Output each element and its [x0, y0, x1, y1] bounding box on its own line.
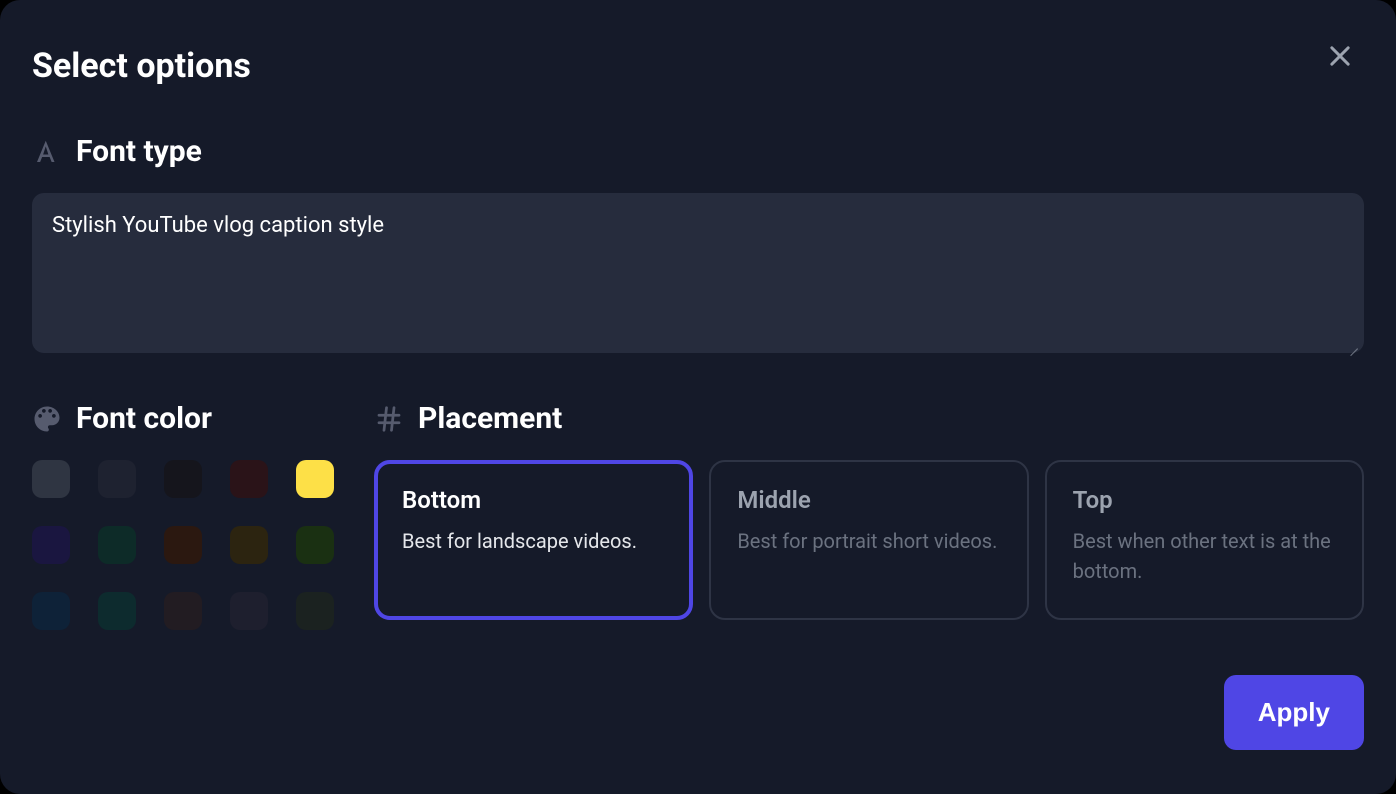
color-swatch-2[interactable] — [164, 460, 202, 498]
hash-icon — [374, 404, 404, 434]
placement-section: Placement Bottom Best for landscape video… — [374, 401, 1364, 620]
placement-card-top[interactable]: Top Best when other text is at the bottom… — [1045, 460, 1364, 620]
modal-title: Select options — [32, 46, 1364, 86]
color-swatch-7[interactable] — [164, 526, 202, 564]
color-swatch-5[interactable] — [32, 526, 70, 564]
color-swatch-14[interactable] — [296, 592, 334, 630]
font-type-icon — [32, 137, 62, 167]
color-swatch-4[interactable] — [296, 460, 334, 498]
color-swatch-1[interactable] — [98, 460, 136, 498]
placement-card-title: Middle — [737, 486, 1000, 514]
color-swatch-9[interactable] — [296, 526, 334, 564]
placement-label: Placement — [418, 401, 562, 436]
color-swatch-10[interactable] — [32, 592, 70, 630]
close-button[interactable] — [1324, 40, 1356, 72]
apply-button[interactable]: Apply — [1224, 675, 1364, 750]
color-swatch-3[interactable] — [230, 460, 268, 498]
color-swatch-13[interactable] — [230, 592, 268, 630]
placement-card-middle[interactable]: Middle Best for portrait short videos. — [709, 460, 1028, 620]
color-swatch-11[interactable] — [98, 592, 136, 630]
placement-header: Placement — [374, 401, 1364, 436]
color-grid — [32, 460, 334, 630]
color-swatch-0[interactable] — [32, 460, 70, 498]
placement-card-desc: Best for landscape videos. — [402, 526, 665, 556]
close-icon — [1326, 42, 1354, 70]
placement-card-bottom[interactable]: Bottom Best for landscape videos. — [374, 460, 693, 620]
font-type-header: Font type — [32, 134, 1364, 169]
font-type-input-wrapper — [32, 193, 1364, 357]
placement-card-title: Top — [1073, 486, 1336, 514]
options-modal: Select options Font type Font color — [0, 0, 1396, 794]
font-type-input[interactable] — [32, 193, 1364, 353]
color-swatch-6[interactable] — [98, 526, 136, 564]
placement-card-desc: Best for portrait short videos. — [737, 526, 1000, 556]
placement-card-title: Bottom — [402, 486, 665, 514]
font-color-section: Font color — [32, 401, 334, 630]
font-color-label: Font color — [76, 401, 212, 436]
palette-icon — [32, 404, 62, 434]
color-swatch-12[interactable] — [164, 592, 202, 630]
placement-cards: Bottom Best for landscape videos. Middle Be… — [374, 460, 1364, 620]
font-type-label: Font type — [76, 134, 202, 169]
placement-card-desc: Best when other text is at the bottom. — [1073, 526, 1336, 586]
color-swatch-8[interactable] — [230, 526, 268, 564]
font-color-header: Font color — [32, 401, 334, 436]
